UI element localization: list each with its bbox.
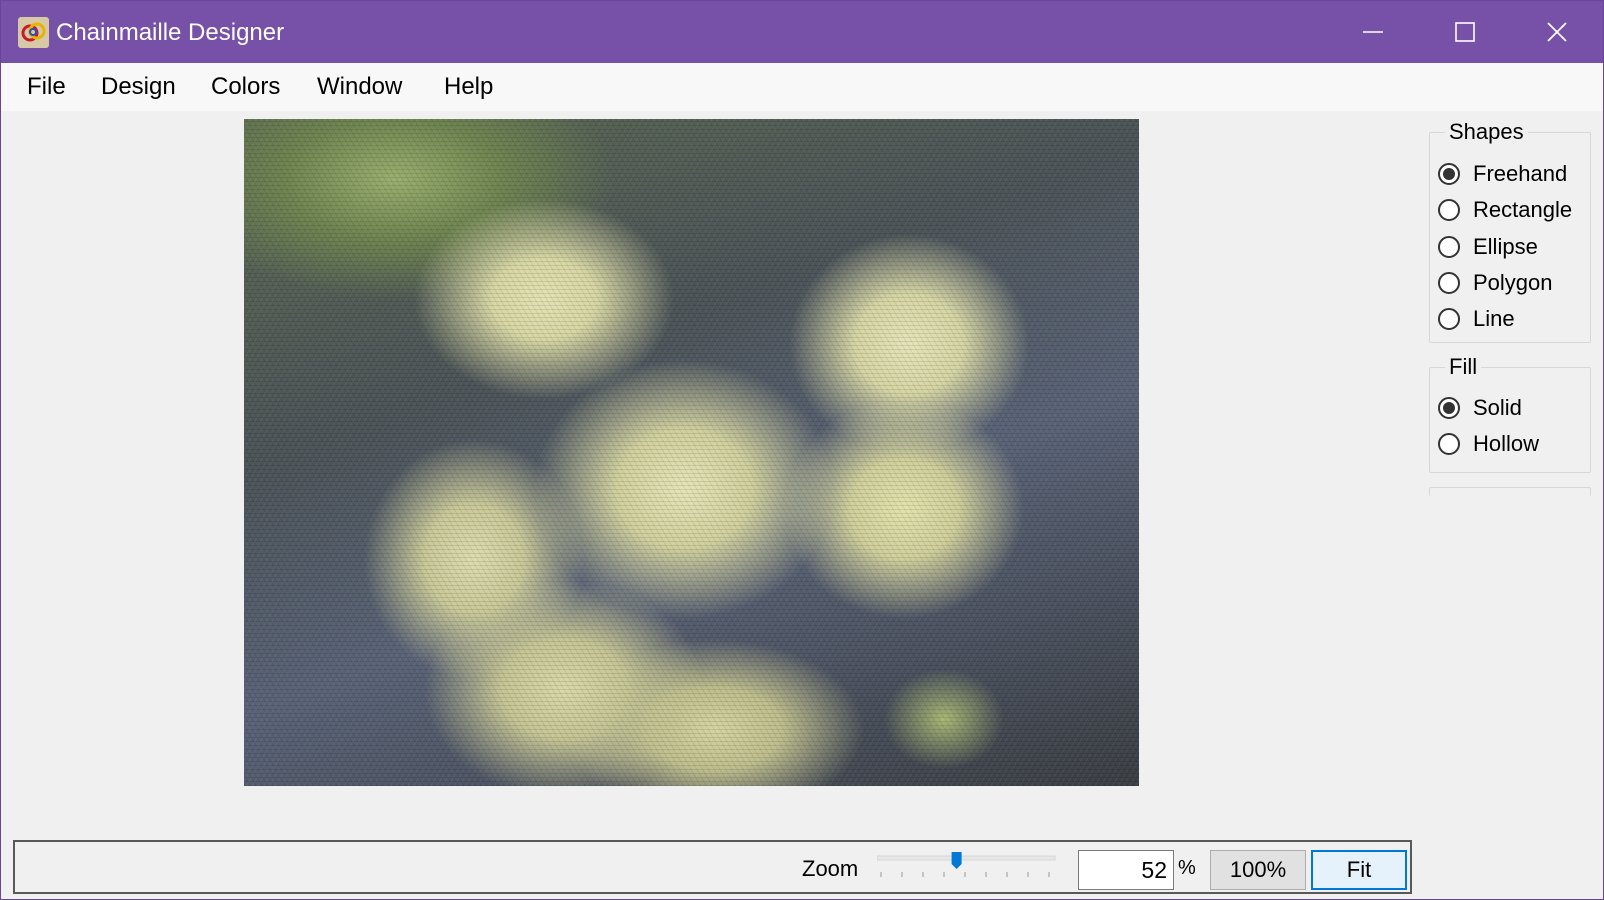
shapes-legend: Shapes: [1445, 119, 1528, 145]
shapes-group: Shapes Freehand Rectangle Ellipse Polygo…: [1429, 119, 1591, 343]
menu-bar: File Design Colors Window Help: [1, 63, 1603, 111]
radio-button[interactable]: [1438, 272, 1460, 294]
app-window: Chainmaille Designer File Design Colors …: [0, 0, 1604, 900]
radio-label: Solid: [1473, 395, 1522, 420]
radio-polygon[interactable]: Polygon: [1438, 269, 1553, 297]
extra-group: [1429, 487, 1591, 496]
radio-freehand[interactable]: Freehand: [1438, 160, 1567, 188]
radio-line[interactable]: Line: [1438, 305, 1515, 333]
chainmaille-mesh-overlay: [244, 119, 1139, 786]
zoom-slider-thumb[interactable]: [951, 852, 962, 869]
menu-window[interactable]: Window: [315, 72, 404, 102]
zoom-label: Zoom: [802, 856, 859, 881]
radio-label: Freehand: [1473, 161, 1568, 186]
menu-file[interactable]: File: [25, 72, 68, 102]
radio-selected-dot: [1443, 402, 1455, 414]
menu-help[interactable]: Help: [442, 72, 495, 102]
maximize-button[interactable]: [1419, 1, 1511, 63]
radio-rectangle[interactable]: Rectangle: [1438, 196, 1572, 224]
radio-hollow[interactable]: Hollow: [1438, 430, 1539, 458]
minimize-button[interactable]: [1327, 1, 1419, 63]
close-icon: [1547, 22, 1567, 42]
chainmaille-rings-icon[interactable]: [18, 17, 49, 48]
radio-button[interactable]: [1438, 163, 1460, 185]
title-bar[interactable]: Chainmaille Designer: [1, 1, 1603, 63]
minimize-icon: [1363, 31, 1383, 33]
radio-button[interactable]: [1438, 397, 1460, 419]
radio-label: Line: [1473, 306, 1515, 331]
maximize-icon: [1455, 22, 1475, 42]
zoom-slider[interactable]: [877, 850, 1057, 886]
radio-selected-dot: [1443, 168, 1455, 180]
radio-label: Polygon: [1473, 270, 1553, 295]
radio-label: Hollow: [1473, 431, 1540, 456]
radio-button[interactable]: [1438, 236, 1460, 258]
close-button[interactable]: [1511, 1, 1603, 63]
fill-group: Fill Solid Hollow: [1429, 354, 1591, 473]
zoom-unit: %: [1178, 857, 1196, 879]
radio-label: Ellipse: [1473, 234, 1538, 259]
menu-colors[interactable]: Colors: [209, 72, 282, 102]
radio-label: Rectangle: [1473, 197, 1573, 222]
radio-button[interactable]: [1438, 433, 1460, 455]
zoom-fit-button[interactable]: Fit: [1311, 850, 1407, 890]
zoom-100-button[interactable]: 100%: [1210, 850, 1306, 890]
radio-button[interactable]: [1438, 308, 1460, 330]
radio-ellipse[interactable]: Ellipse: [1438, 233, 1538, 261]
fill-legend: Fill: [1445, 354, 1482, 380]
radio-solid[interactable]: Solid: [1438, 394, 1522, 422]
zoom-panel: Zoom % 100% Fit: [13, 840, 1412, 894]
radio-button[interactable]: [1438, 199, 1460, 221]
window-title: Chainmaille Designer: [56, 19, 285, 46]
design-canvas[interactable]: [244, 119, 1139, 786]
zoom-percent-input[interactable]: [1078, 850, 1174, 890]
menu-design[interactable]: Design: [99, 72, 178, 102]
